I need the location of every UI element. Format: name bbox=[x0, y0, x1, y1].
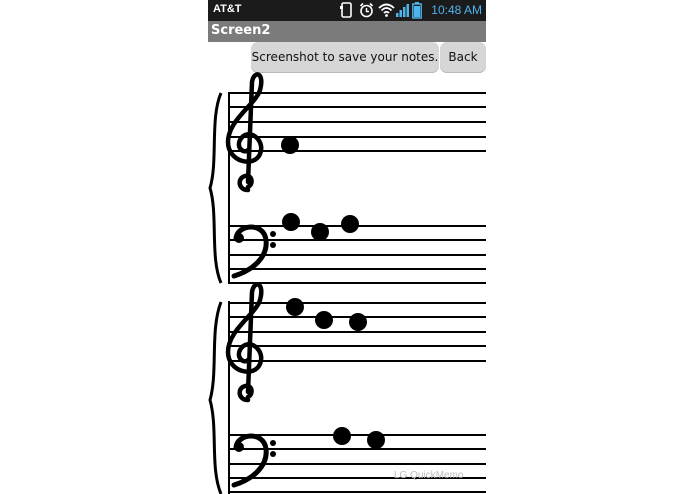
note[interactable] bbox=[349, 313, 367, 331]
note[interactable] bbox=[282, 213, 300, 231]
bass-staff-lines bbox=[229, 225, 486, 284]
note[interactable] bbox=[367, 431, 385, 449]
note[interactable] bbox=[281, 136, 299, 154]
treble-clef-icon bbox=[225, 282, 264, 403]
quickmemo-watermark: LG QuickMemo bbox=[394, 470, 464, 481]
treble-staff-lines bbox=[229, 92, 486, 152]
grand-staff-brace bbox=[208, 92, 223, 284]
note[interactable] bbox=[286, 298, 304, 316]
sheet-music bbox=[208, 72, 486, 494]
note[interactable] bbox=[333, 427, 351, 445]
note[interactable] bbox=[341, 215, 359, 233]
note[interactable] bbox=[315, 311, 333, 329]
system-2 bbox=[208, 282, 486, 494]
bass-staff-lines bbox=[229, 434, 486, 493]
note[interactable] bbox=[311, 223, 329, 241]
treble-clef-icon bbox=[225, 72, 264, 193]
system-1 bbox=[208, 72, 486, 284]
phone-screen: AT&T 10:48 AM Screen2 Screenshot to save… bbox=[208, 0, 486, 494]
grand-staff-brace bbox=[208, 301, 223, 494]
treble-staff-lines bbox=[229, 302, 486, 362]
